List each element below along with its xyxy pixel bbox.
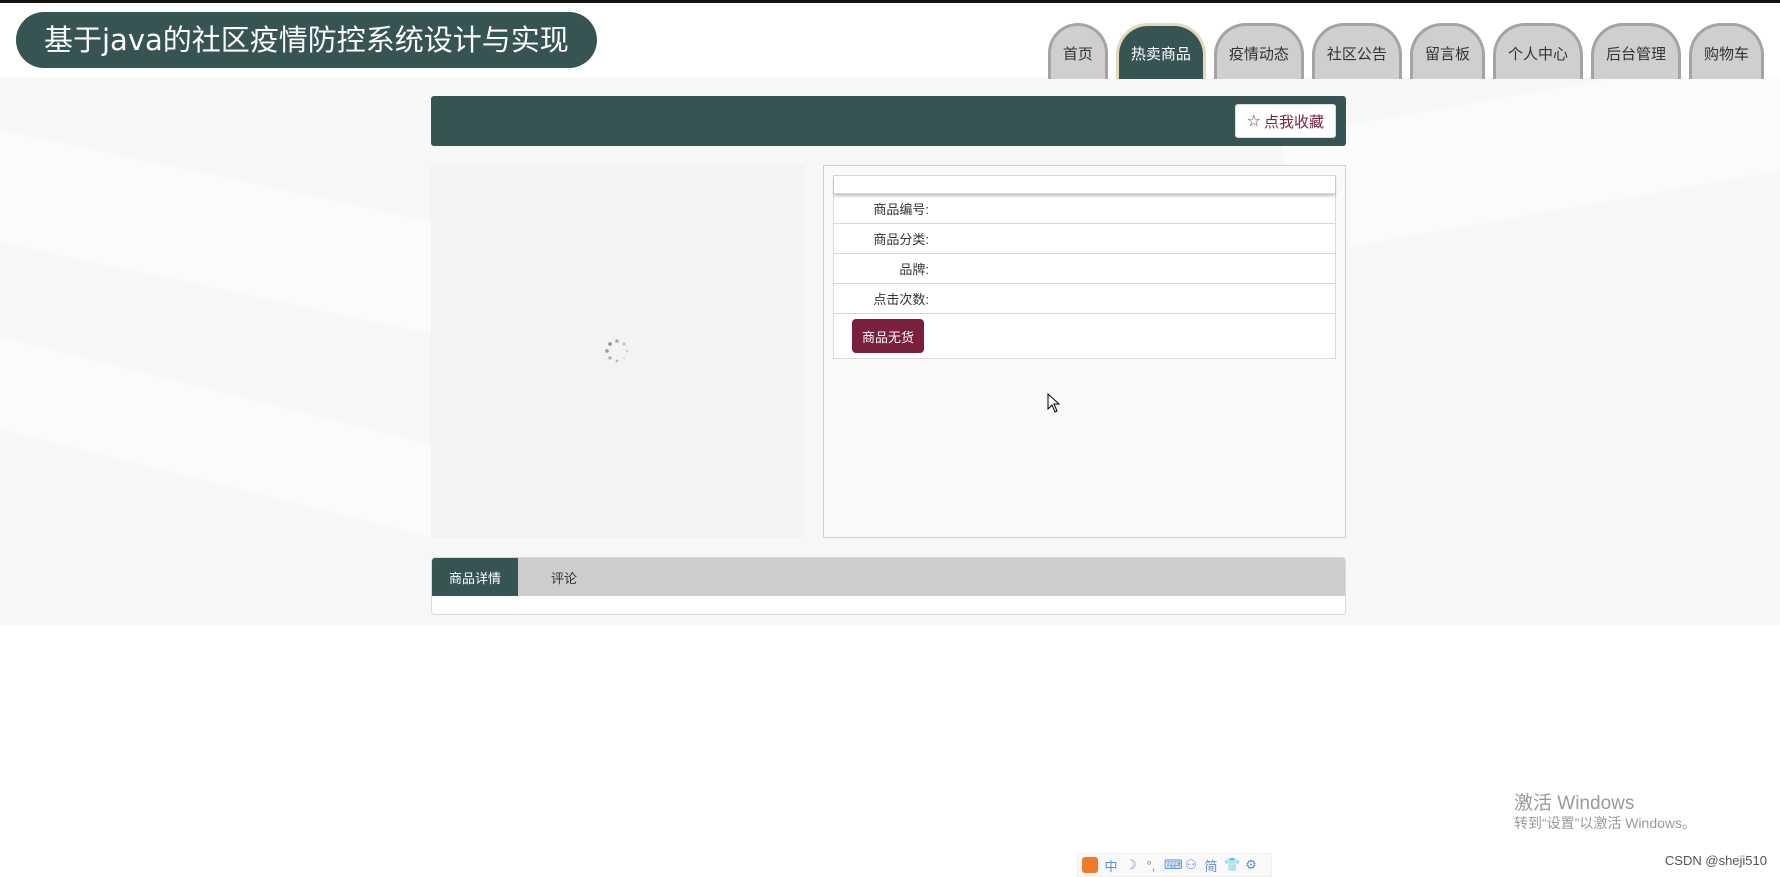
favorite-button[interactable]: ☆ 点我收藏 <box>1234 104 1336 138</box>
product-page-header: ☆ 点我收藏 <box>431 96 1346 146</box>
main-nav: 首页 热卖商品 疫情动态 社区公告 留言板 个人中心 后台管理 购物车 <box>1047 23 1764 79</box>
ime-chinese-icon[interactable]: 中 <box>1104 856 1118 875</box>
out-of-stock-button[interactable]: 商品无货 <box>852 319 925 353</box>
ime-punct-icon[interactable]: °, <box>1144 858 1158 873</box>
nav-item-4[interactable]: 留言板 <box>1409 23 1485 79</box>
background-stripe <box>1280 77 1780 256</box>
windows-activation-title: 激活 Windows <box>1514 793 1635 814</box>
tab-1[interactable]: 评论 <box>518 558 594 596</box>
ime-moon-icon[interactable]: ☽ <box>1124 857 1138 873</box>
tabs-bar: 商品详情 评论 <box>432 558 1345 596</box>
product-tabs: 商品详情 评论 <box>431 557 1346 615</box>
nav-item-5[interactable]: 个人中心 <box>1492 23 1583 79</box>
info-row: 点击次数: <box>834 284 1335 314</box>
nav-item-0[interactable]: 首页 <box>1047 23 1108 79</box>
info-row: 商品编号: <box>834 194 1335 224</box>
ime-simplified-icon[interactable]: 简 <box>1204 856 1218 875</box>
ime-keyboard-icon[interactable]: ⌨ <box>1164 857 1183 873</box>
info-row: 品牌: <box>834 254 1335 284</box>
star-outline-icon: ☆ <box>1246 113 1261 130</box>
ime-logo-icon[interactable] <box>1082 857 1098 873</box>
ime-skin-icon[interactable]: 👕 <box>1224 857 1240 873</box>
info-label: 品牌: <box>899 262 929 277</box>
site-header: 基于java的社区疫情防控系统设计与实现 首页 热卖商品 疫情动态 社区公告 留言板 个人… <box>0 3 1780 79</box>
ime-toolbar: 中 ☽ °, ⌨ ⚇ 简 👕 ⚙ <box>1077 853 1272 877</box>
favorite-label: 点我收藏 <box>1263 113 1324 131</box>
product-name <box>834 176 1335 194</box>
nav-item-3[interactable]: 社区公告 <box>1311 23 1402 79</box>
product-image <box>431 165 804 538</box>
footer-credit: CSDN @sheji510 <box>1664 853 1767 868</box>
nav-item-7[interactable]: 购物车 <box>1688 23 1764 79</box>
site-title: 基于java的社区疫情防控系统设计与实现 <box>16 12 597 68</box>
ime-settings-icon[interactable]: ⚙ <box>1244 857 1258 873</box>
product-info-panel: 商品编号: 商品分类: 品牌: 点击次数: 商品无货 <box>823 165 1346 538</box>
nav-item-1[interactable]: 热卖商品 <box>1115 23 1206 79</box>
mouse-cursor-icon <box>1047 393 1061 413</box>
nav-item-6[interactable]: 后台管理 <box>1590 23 1681 79</box>
info-label: 商品分类: <box>873 232 929 247</box>
windows-activation-subtitle: 转到“设置”以激活 Windows。 <box>1514 815 1697 831</box>
background-stripe <box>0 327 465 541</box>
tab-0[interactable]: 商品详情 <box>432 558 519 596</box>
info-row: 商品分类: <box>834 224 1335 254</box>
ime-user-icon[interactable]: ⚇ <box>1184 857 1198 873</box>
product-info-table: 商品编号: 商品分类: 品牌: 点击次数: 商品无货 <box>833 175 1336 359</box>
product-action-row: 商品无货 <box>834 314 1335 358</box>
loading-spinner-icon <box>605 339 629 363</box>
info-label: 点击次数: <box>873 292 929 307</box>
info-label: 商品编号: <box>873 202 929 217</box>
nav-item-2[interactable]: 疫情动态 <box>1213 23 1304 79</box>
